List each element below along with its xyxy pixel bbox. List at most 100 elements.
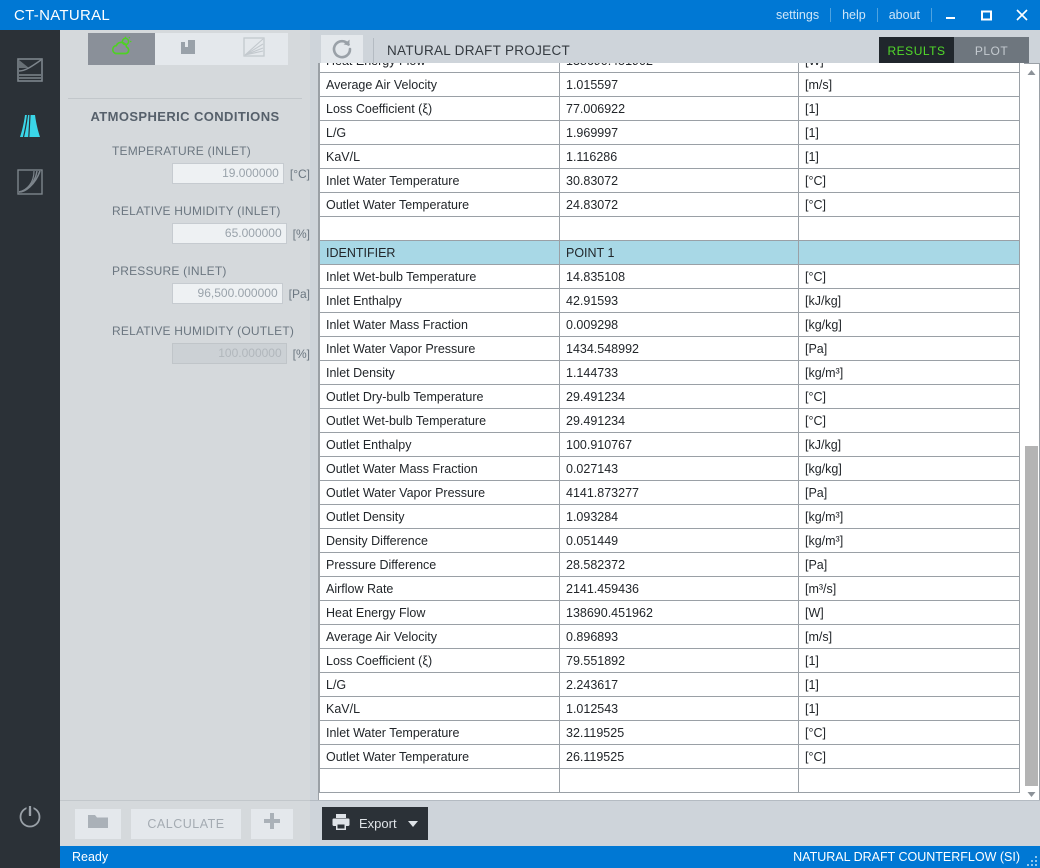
divider	[68, 98, 302, 99]
cell-unit: [m/s]	[798, 72, 1020, 97]
cell-value: 79.551892	[559, 648, 799, 673]
cell-identifier: Airflow Rate	[319, 576, 560, 601]
cell-value: 29.491234	[559, 384, 799, 409]
tab-atmospheric[interactable]	[88, 33, 155, 65]
cell-identifier: Outlet Water Vapor Pressure	[319, 480, 560, 505]
table-row: Airflow Rate 2141.459436 [m³/s]	[319, 576, 1020, 601]
cooling-tower-icon	[15, 111, 45, 146]
scrollbar-thumb[interactable]	[1025, 446, 1038, 786]
table-row: Inlet Water Temperature 32.119525 [°C]	[319, 720, 1020, 745]
temperature-inlet-input[interactable]: 19.000000	[172, 163, 284, 184]
cell-unit: [1]	[798, 96, 1020, 121]
export-label: Export	[359, 816, 397, 831]
cell-unit: [kJ/kg]	[798, 432, 1020, 457]
divider	[373, 37, 374, 64]
cell-unit: [°C]	[798, 408, 1020, 433]
open-project-button[interactable]	[75, 808, 121, 839]
tab-results[interactable]: RESULTS	[879, 36, 954, 65]
tab-tower[interactable]	[155, 33, 222, 65]
cell-value: 0.027143	[559, 456, 799, 481]
cell-identifier: Inlet Enthalpy	[319, 288, 560, 313]
fill-curve-icon	[15, 167, 45, 202]
field-pressure-inlet: PRESSURE (INLET) 96,500.000000 [Pa]	[60, 264, 310, 304]
table-blank-row	[319, 216, 1020, 241]
table-row: L/G 1.969997 [1]	[319, 120, 1020, 145]
settings-link[interactable]: settings	[765, 0, 830, 30]
cell-unit: [1]	[798, 144, 1020, 169]
cell-unit: [°C]	[798, 168, 1020, 193]
vertical-scrollbar[interactable]	[1024, 63, 1040, 803]
folder-icon	[87, 812, 109, 835]
caret-up-icon	[1027, 63, 1036, 81]
about-link[interactable]: about	[878, 0, 931, 30]
cell-unit: [m/s]	[798, 624, 1020, 649]
help-link[interactable]: help	[831, 0, 877, 30]
export-button[interactable]: Export	[322, 807, 428, 840]
results-table: Heat Energy Flow138690.451902[W]Average …	[319, 63, 1020, 793]
cell-identifier: Outlet Wet-bulb Temperature	[319, 408, 560, 433]
title-bar: CT-NATURAL settings help about	[0, 0, 1040, 30]
table-header-row: IDENTIFIER POINT 1	[319, 240, 1020, 265]
cell-identifier: Loss Coefficient (ξ)	[319, 96, 560, 121]
cell-unit: [m³/s]	[798, 576, 1020, 601]
scroll-up-button[interactable]	[1024, 64, 1039, 80]
cell-identifier: IDENTIFIER	[319, 240, 560, 265]
cell-identifier: Inlet Water Temperature	[319, 168, 560, 193]
resize-grip[interactable]	[1025, 854, 1037, 866]
results-table-viewport: Heat Energy Flow138690.451902[W]Average …	[318, 63, 1034, 825]
cell-value: 2141.459436	[559, 576, 799, 601]
field-label: RELATIVE HUMIDITY (OUTLET)	[112, 324, 295, 338]
tab-plot[interactable]: PLOT	[954, 36, 1029, 65]
cell-value: 0.896893	[559, 624, 799, 649]
cell-identifier: Outlet Dry-bulb Temperature	[319, 384, 560, 409]
relative-humidity-inlet-input[interactable]: 65.000000	[172, 223, 287, 244]
main-area: NATURAL DRAFT PROJECT RESULTS PLOT Heat …	[310, 30, 1040, 838]
psychrometric-chart-icon	[15, 55, 45, 90]
app-title: CT-NATURAL	[14, 6, 111, 24]
cell-value: 100.910767	[559, 432, 799, 457]
calculate-button[interactable]: CALCULATE	[131, 808, 241, 839]
view-tab-strip: RESULTS PLOT	[879, 36, 1029, 65]
cell-unit	[798, 240, 1020, 265]
table-row: Outlet Water Mass Fraction 0.027143 [kg/kg…	[319, 456, 1020, 481]
pressure-inlet-input[interactable]: 96,500.000000	[172, 283, 283, 304]
cell-identifier: Pressure Difference	[319, 552, 560, 577]
rail-item-psychrometric[interactable]	[0, 44, 60, 100]
rail-item-cooling-tower[interactable]	[0, 100, 60, 156]
cell-identifier: Heat Energy Flow	[319, 63, 560, 73]
table-row: Inlet Water Temperature 30.83072 [°C]	[319, 168, 1020, 193]
tab-chart[interactable]	[221, 33, 288, 65]
add-point-button[interactable]	[251, 808, 293, 839]
cell-unit: [°C]	[798, 384, 1020, 409]
cell-unit: [kg/m³]	[798, 504, 1020, 529]
power-button[interactable]	[0, 792, 60, 844]
table-row: Inlet Enthalpy 42.91593 [kJ/kg]	[319, 288, 1020, 313]
status-mode: NATURAL DRAFT COUNTERFLOW (SI)	[793, 850, 1020, 864]
cell-value: 4141.873277	[559, 480, 799, 505]
cell-value: 0.051449	[559, 528, 799, 553]
cell-identifier: Inlet Wet-bulb Temperature	[319, 264, 560, 289]
table-row: L/G 2.243617 [1]	[319, 672, 1020, 697]
left-rail	[0, 30, 60, 868]
refresh-button[interactable]	[321, 34, 363, 67]
chevron-down-icon[interactable]	[407, 820, 418, 827]
cell-unit: [1]	[798, 672, 1020, 697]
field-label: TEMPERATURE (INLET)	[112, 144, 251, 158]
minimize-button[interactable]	[932, 0, 968, 30]
cell-unit: [1]	[798, 696, 1020, 721]
rail-item-fill-curve[interactable]	[0, 156, 60, 212]
cell-value: 14.835108	[559, 264, 799, 289]
table-row: Density Difference 0.051449 [kg/m³]	[319, 528, 1020, 553]
cell-value	[559, 768, 799, 793]
cell-identifier: Outlet Density	[319, 504, 560, 529]
cell-value: 1.015597	[559, 72, 799, 97]
maximize-button[interactable]	[968, 0, 1004, 30]
cell-value: 30.83072	[559, 168, 799, 193]
cell-unit: [Pa]	[798, 552, 1020, 577]
table-row: Heat Energy Flow138690.451902[W]	[319, 63, 1020, 73]
table-row: Loss Coefficient (ξ) 77.006922 [1]	[319, 96, 1020, 121]
field-relative-humidity-inlet: RELATIVE HUMIDITY (INLET) 65.000000 [%]	[60, 204, 310, 244]
close-button[interactable]	[1004, 0, 1040, 30]
cell-value: 29.491234	[559, 408, 799, 433]
cell-identifier: Loss Coefficient (ξ)	[319, 648, 560, 673]
